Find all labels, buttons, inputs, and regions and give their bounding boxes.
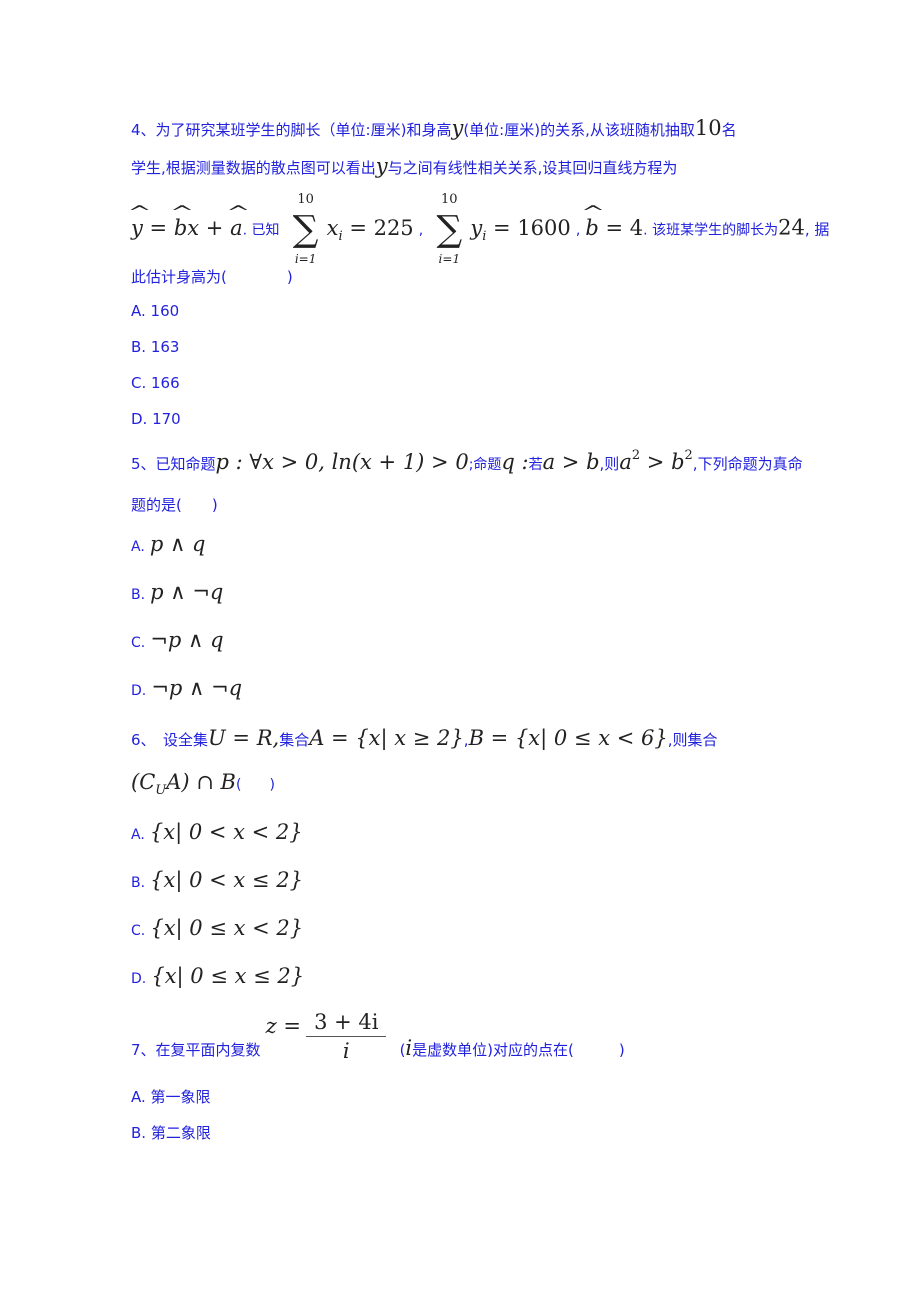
q6-option-a: A. {x| 0 < x < 2}: [131, 820, 303, 844]
q6-option-d: D. {x| 0 ≤ x ≤ 2}: [131, 964, 305, 988]
q6-line-1: 6、 设全集U = R,集合A = {x| x ≥ 2},B = {x| 0 ≤…: [131, 726, 718, 750]
q6-text: 集合: [279, 731, 310, 749]
q4-option-a: A. 160: [131, 302, 180, 320]
q4-text: . 该班某学生的脚长为: [643, 222, 779, 239]
q5-option-d: D. ¬p ∧ ¬q: [131, 676, 243, 700]
q6-line-2: (CUA) ∩ B( ): [131, 770, 275, 798]
sum-y: 10 ∑ i=1: [436, 192, 463, 266]
q4-text: (单位:厘米)的关系,从该班随机抽取: [463, 121, 695, 139]
proposition-q: q :: [501, 450, 529, 474]
q4-text: 此估计身高为( ): [131, 268, 293, 286]
math-a-squared: a2 > b2: [619, 448, 693, 474]
q4-line-1: 4、为了研究某班学生的脚长（单位:厘米)和身高y(单位:厘米)的关系,从该班随机…: [131, 116, 737, 140]
set-b: B = {x| 0 ≤ x < 6}: [468, 726, 668, 750]
sum-y-term: yi = 1600: [470, 215, 571, 244]
math-y: y: [375, 154, 388, 178]
q5-text: ,下列命题为真命: [692, 455, 803, 473]
q6-text: ,则集合: [667, 731, 718, 749]
q5-line-2: 题的是( ): [131, 494, 218, 515]
q5-option-c: C. ¬p ∧ q: [131, 628, 224, 652]
q7-text: 7、在复平面内复数: [131, 1041, 261, 1059]
q6-option-c: C. {x| 0 ≤ x < 2}: [131, 916, 304, 940]
q4-comma: ,: [575, 222, 581, 239]
q4-comma: ,: [418, 222, 424, 239]
q4-text: 4、为了研究某班学生的脚长（单位:厘米)和身高: [131, 121, 452, 139]
q7-option-a: A. 第一象限: [131, 1088, 211, 1106]
q5-option-b: B. p ∧ ¬q: [131, 580, 224, 604]
q5-line-1: 5、已知命题p : ∀x > 0, ln(x + 1) > 0;命题q :若a …: [131, 448, 803, 474]
q4-text: , 据: [804, 220, 830, 239]
fraction: 3 + 4i i: [306, 1010, 387, 1063]
sum-x-term: xi = 225: [326, 215, 414, 244]
q4-option-c: C. 166: [131, 374, 180, 392]
math-u-eq-r: U = R,: [208, 726, 280, 750]
q4-text: 学生,根据测量数据的散点图可以看出: [131, 159, 376, 177]
math-10: 10: [694, 116, 722, 140]
regression-equation: y = bx + a: [131, 216, 243, 240]
complement-intersection: (CUA) ∩ B: [131, 770, 236, 798]
q4-option-b: B. 163: [131, 338, 180, 356]
q5-text: 若: [528, 457, 543, 473]
q5-option-a: A. p ∧ q: [131, 532, 206, 556]
q6-option-b: B. {x| 0 < x ≤ 2}: [131, 868, 303, 892]
math-y: y: [451, 116, 464, 140]
q4-text: 与之间有线性相关关系,设其回归直线方程为: [387, 159, 678, 177]
q4-line-3: y = bx + a. 已知 10∑i=1 xi = 225 , 10∑i=1 yi…: [131, 192, 830, 266]
q4-line-4: 此估计身高为( ): [131, 266, 293, 287]
q6-text: 6、 设全集: [131, 731, 209, 749]
q6-paren: ( ): [235, 777, 275, 793]
set-a: A = {x| x ≥ 2}: [309, 726, 464, 750]
math-24: 24: [778, 215, 805, 240]
q5-text: 题的是( ): [131, 496, 218, 514]
q4-option-d: D. 170: [131, 410, 181, 428]
q5-text: ,则: [599, 455, 620, 473]
q4-line-2: 学生,根据测量数据的散点图可以看出y与之间有线性相关关系,设其回归直线方程为: [131, 154, 677, 178]
b-equals-4: b = 4: [585, 216, 643, 240]
q5-text: 5、已知命题: [131, 455, 216, 473]
sum-x: 10 ∑ i=1: [292, 192, 319, 266]
q4-text: 名: [721, 121, 737, 139]
proposition-p: p : ∀x > 0, ln(x + 1) > 0: [215, 450, 469, 474]
q4-text: . 已知: [242, 222, 280, 239]
q7-line-1: 7、在复平面内复数 z = 3 + 4i i (i是虚数单位)对应的点在( ): [131, 1010, 625, 1063]
q7-text: 是虚数单位)对应的点在( ): [412, 1041, 625, 1059]
q7-option-b: B. 第二象限: [131, 1124, 211, 1142]
q5-text: ;命题: [468, 457, 502, 473]
math-z-eq: z =: [265, 1014, 301, 1038]
math-a-gt-b: a > b: [542, 450, 600, 474]
